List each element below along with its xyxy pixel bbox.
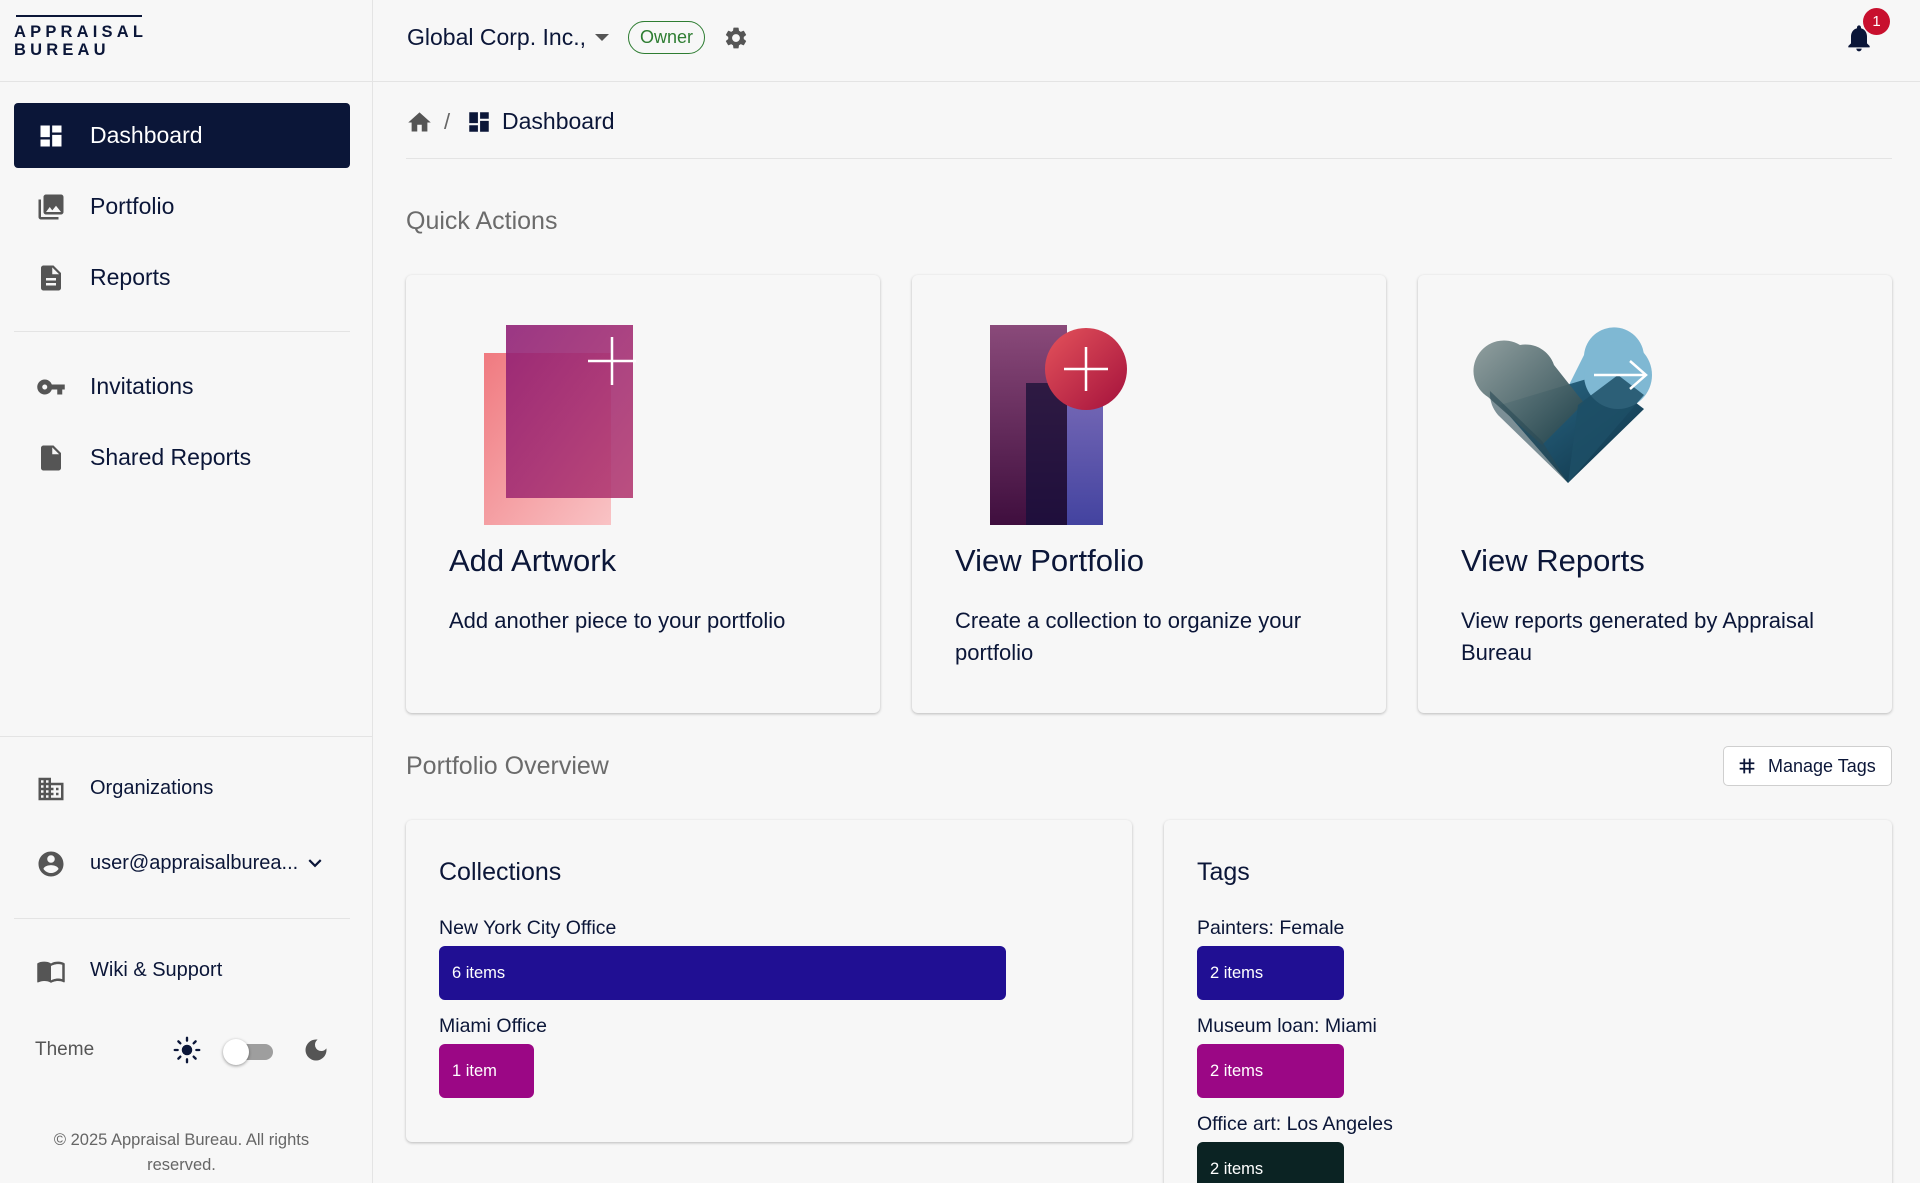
theme-toggle[interactable] [223, 1039, 273, 1065]
role-badge: Owner [628, 21, 706, 54]
add-artwork-illustration [484, 325, 636, 525]
tag-name: Painters: Female [1197, 917, 1345, 939]
sidebar-item-label: Reports [90, 264, 171, 290]
breadcrumb: / Dashboard [406, 103, 1892, 159]
theme-label: Theme [35, 1039, 95, 1060]
add-artwork-card[interactable]: Add Artwork Add another piece to your po… [406, 275, 880, 713]
view-portfolio-card[interactable]: View Portfolio Create a collection to or… [912, 275, 1386, 713]
tag-name: Office art: Los Angeles [1197, 1113, 1393, 1135]
view-reports-illustration [1473, 327, 1652, 483]
sidebar: APPRAISAL BUREAU Dashboard Portfolio Rep… [0, 0, 373, 1183]
user-email: user@appraisalburea... [90, 852, 299, 874]
tag-count-bar[interactable]: 2 items [1197, 1044, 1344, 1098]
collection-name: New York City Office [439, 917, 617, 939]
sidebar-item-label: Wiki & Support [90, 959, 223, 981]
collection-count-bar[interactable]: 1 item [439, 1044, 534, 1098]
dashboard-icon [466, 109, 492, 140]
file-icon [36, 443, 66, 473]
collection-count-bar[interactable]: 6 items [439, 946, 1006, 1000]
sidebar-item-wiki-support[interactable]: Wiki & Support [14, 938, 350, 1003]
sidebar-item-organizations[interactable]: Organizations [14, 756, 350, 821]
tags-panel: Tags Painters: Female 2 items Museum loa… [1164, 820, 1892, 1183]
view-reports-card[interactable]: View Reports View reports generated by A… [1418, 275, 1892, 713]
quick-actions-title: Quick Actions [406, 207, 558, 235]
portfolio-overview-title: Portfolio Overview [406, 752, 609, 780]
sidebar-item-label: Portfolio [90, 193, 175, 219]
user-menu[interactable]: user@appraisalburea... [14, 831, 350, 896]
manage-tags-label: Manage Tags [1768, 756, 1876, 776]
building-icon [36, 774, 66, 804]
collection-name: Miami Office [439, 1015, 547, 1037]
card-title: View Reports [1461, 543, 1645, 578]
card-title: Add Artwork [449, 543, 617, 578]
app-logo[interactable]: APPRAISAL BUREAU [14, 15, 164, 61]
tag-name: Museum loan: Miami [1197, 1015, 1377, 1037]
toggle-knob [223, 1039, 249, 1065]
manage-tags-button[interactable]: Manage Tags [1723, 746, 1892, 786]
logo-rule [16, 15, 142, 17]
sidebar-divider [14, 331, 350, 332]
sidebar-item-portfolio[interactable]: Portfolio [14, 174, 350, 239]
sidebar-item-shared-reports[interactable]: Shared Reports [14, 425, 350, 490]
tag-count-bar[interactable]: 2 items [1197, 946, 1344, 1000]
document-icon [36, 263, 66, 293]
sidebar-item-invitations[interactable]: Invitations [14, 354, 350, 419]
caret-down-icon[interactable] [595, 34, 609, 41]
logo-line-1: APPRAISAL [14, 23, 148, 41]
view-portfolio-illustration [990, 325, 1127, 525]
chevron-down-icon [302, 850, 328, 881]
sidebar-item-label: Shared Reports [90, 444, 252, 470]
account-circle-icon [36, 849, 66, 879]
dashboard-icon [36, 121, 66, 151]
book-icon [36, 956, 66, 986]
collections-panel: Collections New York City Office 6 items… [406, 820, 1132, 1142]
key-icon [36, 372, 66, 402]
breadcrumb-current: Dashboard [502, 108, 615, 134]
logo-divider [0, 81, 373, 82]
notification-badge: 1 [1863, 8, 1890, 35]
breadcrumb-separator: / [444, 109, 451, 134]
logo-line-2: BUREAU [14, 41, 110, 59]
photo-library-icon [36, 192, 66, 222]
collections-title: Collections [439, 858, 562, 886]
tags-title: Tags [1197, 858, 1250, 886]
sidebar-item-reports[interactable]: Reports [14, 245, 350, 310]
sidebar-item-dashboard[interactable]: Dashboard [14, 103, 350, 168]
tag-count-bar[interactable]: 2 items [1197, 1142, 1344, 1183]
card-title: View Portfolio [955, 543, 1144, 578]
card-description: Add another piece to your portfolio [449, 608, 786, 633]
top-header: Global Corp. Inc., Owner 1 [373, 0, 1920, 82]
hashtag-icon [1736, 755, 1758, 782]
gear-icon[interactable] [723, 25, 749, 56]
copyright-footer: © 2025 Appraisal Bureau. All rights rese… [53, 1131, 310, 1174]
card-description: Create a collection to organize your por… [955, 608, 1302, 665]
sidebar-divider [14, 918, 350, 919]
sidebar-item-label: Dashboard [90, 122, 203, 148]
card-description: View reports generated by Appraisal Bure… [1461, 608, 1815, 665]
sidebar-divider [0, 736, 373, 737]
sun-icon [173, 1036, 201, 1069]
sidebar-item-label: Organizations [90, 777, 214, 799]
theme-switcher: Theme [35, 1030, 335, 1070]
sidebar-item-label: Invitations [90, 373, 194, 399]
org-selector[interactable]: Global Corp. Inc., [407, 24, 586, 51]
moon-icon [302, 1036, 330, 1069]
home-icon[interactable] [406, 109, 433, 141]
